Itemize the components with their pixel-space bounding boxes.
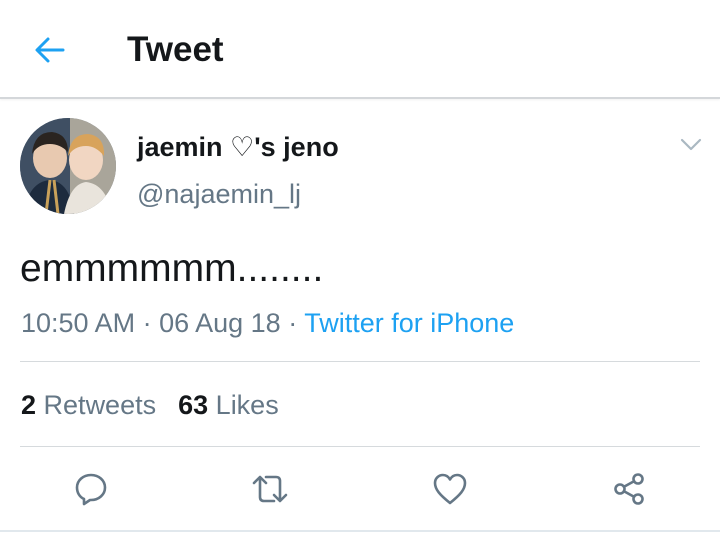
avatar-photo: [20, 118, 116, 214]
retweet-label: Retweets: [43, 390, 157, 420]
like-button[interactable]: [430, 469, 470, 509]
page-title: Tweet: [127, 30, 224, 69]
tweet-source-link[interactable]: Twitter for iPhone: [304, 308, 514, 338]
arrow-left-icon: [35, 37, 65, 63]
share-button[interactable]: [609, 469, 649, 509]
back-button[interactable]: [28, 30, 72, 70]
tweet-text: emmmmmm........: [20, 247, 324, 290]
reply-icon: [75, 473, 107, 506]
likes-stat[interactable]: 63 Likes: [178, 390, 279, 420]
retweet-count: 2: [21, 390, 37, 420]
tweet-options-button[interactable]: [676, 132, 706, 158]
retweet-icon: [252, 475, 288, 503]
divider: [20, 446, 700, 447]
tweet-date: 06 Aug 18: [159, 308, 281, 338]
display-name[interactable]: jaemin ♡'s jeno: [137, 131, 339, 163]
user-handle[interactable]: @najaemin_lj: [137, 178, 301, 210]
divider: [20, 361, 700, 362]
heart-icon: [433, 473, 467, 505]
share-icon: [614, 473, 644, 505]
meta-separator: ·: [135, 308, 160, 338]
avatar[interactable]: [20, 118, 116, 214]
like-label: Likes: [215, 390, 279, 420]
top-app-bar: Tweet: [0, 0, 720, 99]
retweets-stat[interactable]: 2 Retweets: [21, 390, 156, 420]
chevron-down-icon: [680, 138, 702, 151]
tweet-meta: 10:50 AM · 06 Aug 18 · Twitter for iPhon…: [21, 307, 514, 339]
meta-separator: ·: [280, 308, 305, 338]
like-count: 63: [178, 390, 209, 420]
tweet-stats: 2 Retweets 63 Likes: [21, 389, 279, 421]
tweet-time: 10:50 AM: [21, 308, 136, 338]
retweet-button[interactable]: [250, 469, 290, 509]
divider: [0, 530, 720, 532]
reply-button[interactable]: [71, 469, 111, 509]
